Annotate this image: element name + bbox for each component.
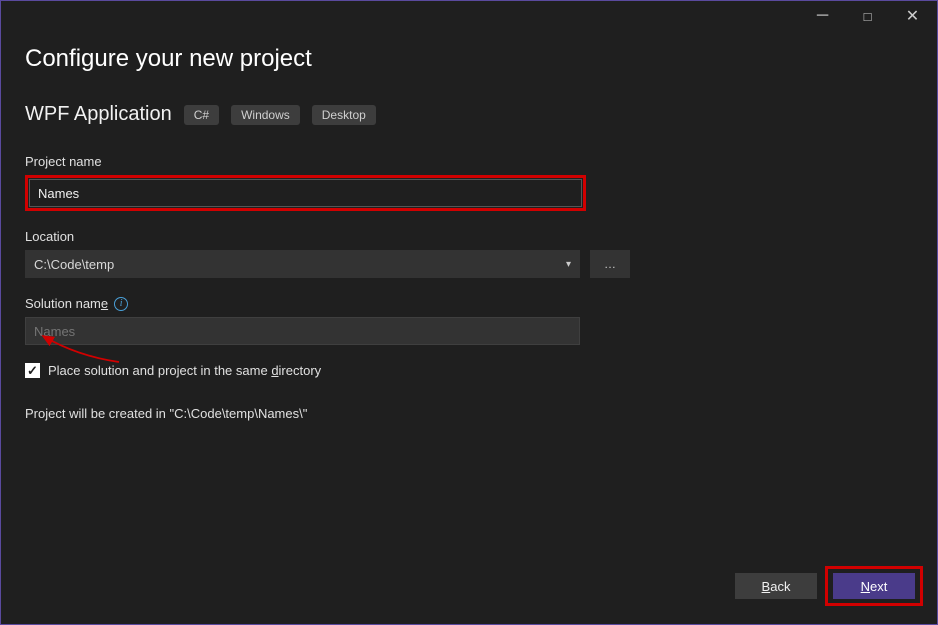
chevron-down-icon: ▾ bbox=[566, 259, 571, 270]
location-dropdown[interactable]: C:\Code\temp ▾ bbox=[25, 250, 580, 278]
close-button[interactable]: ✕ bbox=[890, 2, 935, 30]
template-name: WPF Application bbox=[25, 103, 172, 126]
info-icon[interactable]: i bbox=[114, 297, 128, 311]
tag-windows: Windows bbox=[231, 105, 300, 125]
browse-button[interactable]: … bbox=[590, 250, 630, 278]
next-button-highlight: Next bbox=[825, 566, 923, 606]
same-directory-row: ✓ Place solution and project in the same… bbox=[25, 363, 913, 378]
content-area: Configure your new project WPF Applicati… bbox=[1, 31, 937, 421]
location-value: C:\Code\temp bbox=[34, 257, 114, 272]
back-button[interactable]: Back bbox=[735, 573, 817, 599]
ellipsis-icon: … bbox=[604, 257, 616, 271]
same-directory-label: Place solution and project in the same d… bbox=[48, 363, 321, 378]
maximize-button[interactable]: □ bbox=[845, 2, 890, 30]
solution-name-label: Solution name i bbox=[25, 296, 913, 311]
project-name-label: Project name bbox=[25, 154, 913, 169]
title-bar: ─ □ ✕ bbox=[1, 1, 937, 31]
project-name-highlight bbox=[25, 175, 586, 211]
close-icon: ✕ bbox=[906, 6, 919, 26]
minimize-button[interactable]: ─ bbox=[800, 2, 845, 30]
footer: Back Next bbox=[735, 566, 923, 606]
page-title: Configure your new project bbox=[25, 45, 913, 73]
same-directory-checkbox[interactable]: ✓ bbox=[25, 363, 40, 378]
next-button[interactable]: Next bbox=[833, 573, 915, 599]
tag-desktop: Desktop bbox=[312, 105, 376, 125]
project-name-input[interactable] bbox=[29, 179, 582, 207]
solution-name-input bbox=[25, 317, 580, 345]
location-label: Location bbox=[25, 229, 913, 244]
tag-csharp: C# bbox=[184, 105, 219, 125]
creation-path-text: Project will be created in "C:\Code\temp… bbox=[25, 406, 913, 421]
maximize-icon: □ bbox=[864, 9, 872, 24]
template-row: WPF Application C# Windows Desktop bbox=[25, 103, 913, 126]
minimize-icon: ─ bbox=[817, 7, 828, 25]
